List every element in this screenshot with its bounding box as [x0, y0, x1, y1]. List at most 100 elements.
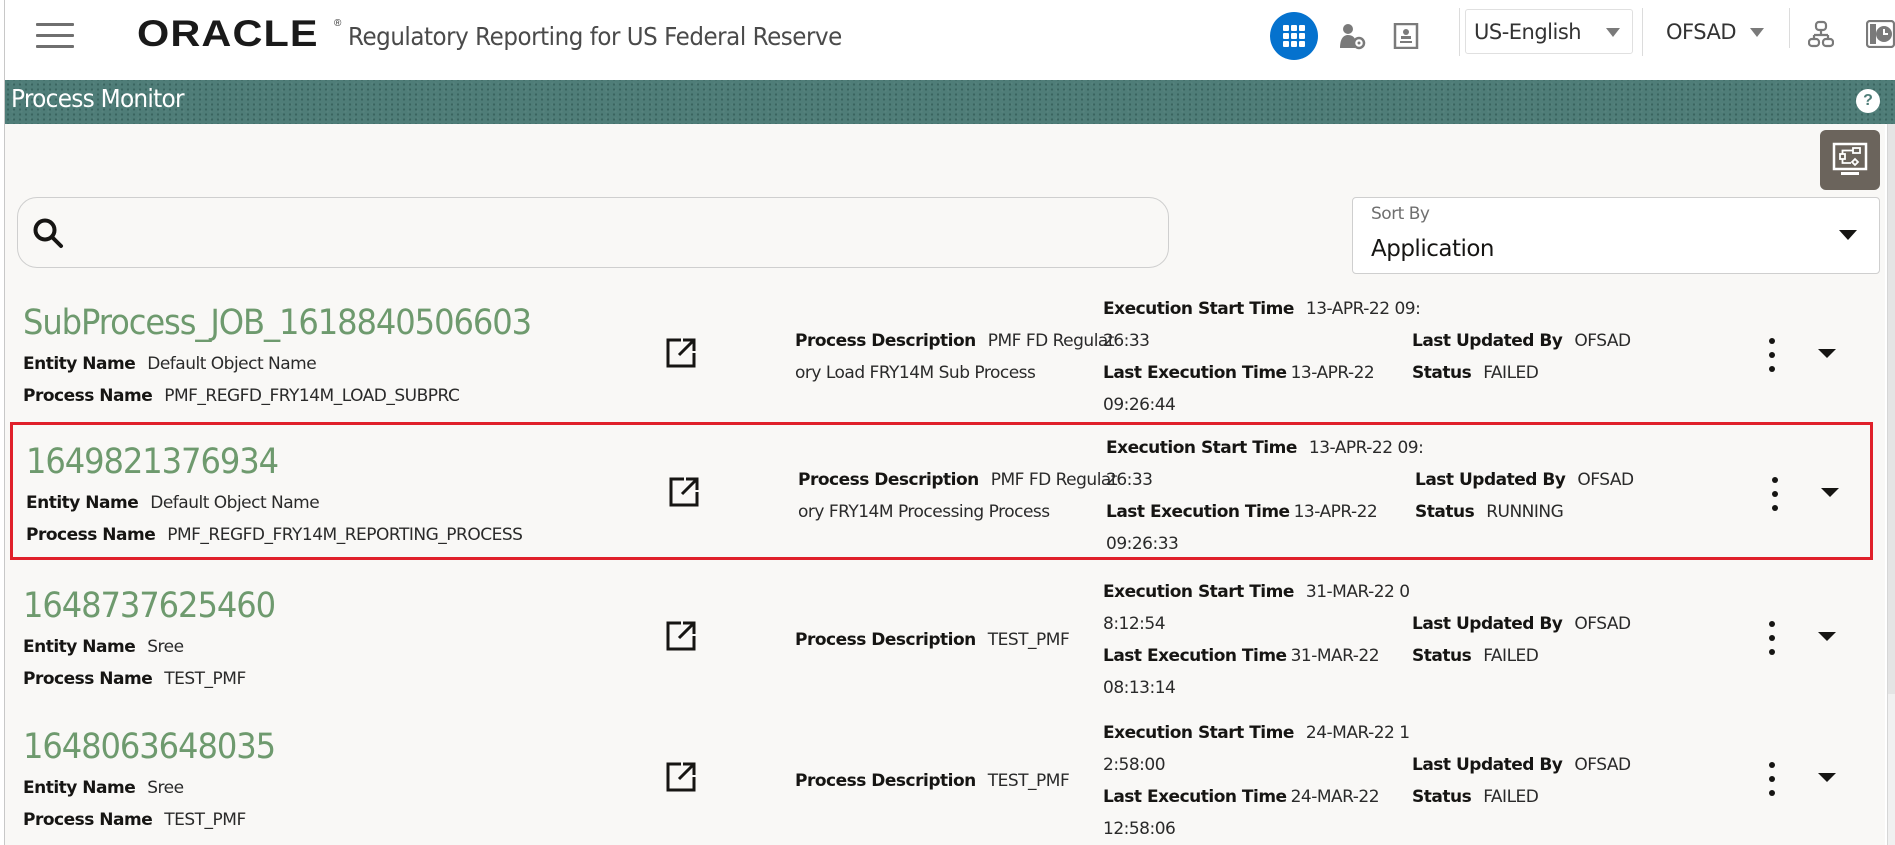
sort-by-label: Sort By [1371, 204, 1430, 224]
status-label: Status [1412, 787, 1472, 807]
header-divider [1459, 8, 1460, 56]
entity-name-label: Entity Name [23, 354, 136, 374]
process-description-label: Process Description [795, 331, 976, 351]
last-updated-by-label: Last Updated By [1412, 614, 1563, 634]
scrollbar-thumb[interactable] [1888, 124, 1895, 694]
process-description-value: PMF FD Regulat [990, 470, 1118, 490]
profile-card-icon[interactable] [1393, 23, 1419, 49]
process-description-field: Process Description PMF FD Regulat [795, 331, 1115, 351]
process-name-value: PMF_REGFD_FRY14M_LOAD_SUBPRC [164, 386, 460, 406]
clock-icon[interactable] [1866, 20, 1895, 48]
entity-name-field: Entity Name Sree [23, 637, 184, 657]
search-input[interactable] [75, 202, 1168, 263]
last-updated-by-label: Last Updated By [1415, 470, 1566, 490]
oracle-logo: ORACLE [137, 13, 319, 54]
process-flow-button[interactable] [1820, 130, 1880, 190]
last-execution-time-label: Last Execution Time [1103, 787, 1287, 807]
execution-start-time-field: Execution Start Time 31-MAR-22 0 [1103, 582, 1410, 602]
process-name-field: Process Name TEST_PMF [23, 810, 246, 830]
process-row[interactable]: 1648737625460 Entity Name Sree Process Na… [10, 566, 1873, 704]
more-actions-icon[interactable] [1765, 338, 1779, 372]
status-badge: FAILED [1483, 646, 1539, 666]
last-updated-by-value: OFSAD [1574, 614, 1631, 634]
hierarchy-icon[interactable] [1808, 20, 1834, 48]
admin-settings-icon[interactable] [1338, 22, 1366, 50]
page-title: Process Monitor [11, 84, 185, 113]
open-external-icon[interactable] [665, 337, 697, 369]
execution-start-time-value: 24-MAR-22 1 [1305, 723, 1410, 743]
execution-start-time-field: Execution Start Time 13-APR-22 09: [1106, 438, 1424, 458]
last-execution-time-continuation: 08:13:14 [1103, 678, 1176, 698]
expand-row-chevron-icon[interactable] [1818, 773, 1836, 782]
process-description-label: Process Description [795, 630, 976, 650]
process-row[interactable]: SubProcess_JOB_1618840506603 Entity Name… [10, 283, 1873, 421]
status-badge: FAILED [1483, 363, 1539, 383]
header-divider [1789, 8, 1790, 48]
process-id-link[interactable]: SubProcess_JOB_1618840506603 [23, 303, 532, 343]
open-external-icon[interactable] [668, 476, 700, 508]
last-updated-by-value: OFSAD [1577, 470, 1634, 490]
user-name: OFSAD [1666, 20, 1737, 44]
hamburger-menu-icon[interactable] [36, 23, 74, 49]
last-execution-time-field: Last Execution Time 31-MAR-22 [1103, 646, 1380, 666]
open-external-icon[interactable] [665, 620, 697, 652]
last-updated-by-value: OFSAD [1574, 331, 1631, 351]
last-execution-time-value: 24-MAR-22 [1290, 787, 1380, 807]
status-label: Status [1412, 646, 1472, 666]
process-name-label: Process Name [26, 525, 156, 545]
last-execution-time-continuation: 12:58:06 [1103, 819, 1176, 839]
open-external-icon[interactable] [665, 761, 697, 793]
process-name-label: Process Name [23, 669, 153, 689]
help-icon[interactable]: ? [1856, 89, 1880, 113]
process-id-link[interactable]: 1648737625460 [23, 586, 276, 626]
language-value: US-English [1474, 19, 1582, 44]
process-flow-icon [1832, 142, 1868, 175]
execution-start-time-field: Execution Start Time 13-APR-22 09: [1103, 299, 1421, 319]
last-execution-time-field: Last Execution Time 24-MAR-22 [1103, 787, 1380, 807]
process-id-link[interactable]: 1649821376934 [26, 442, 279, 482]
sort-by-select[interactable]: Sort By Application [1352, 197, 1880, 274]
status-badge: RUNNING [1486, 502, 1564, 522]
app-grid-button[interactable] [1270, 12, 1318, 60]
more-actions-icon[interactable] [1765, 762, 1779, 796]
entity-name-field: Entity Name Sree [23, 778, 184, 798]
language-select[interactable]: US-English [1465, 9, 1633, 54]
more-actions-icon[interactable] [1765, 621, 1779, 655]
execution-start-time-value: 31-MAR-22 0 [1305, 582, 1410, 602]
sort-by-value: Application [1371, 236, 1495, 262]
header-divider [1642, 8, 1643, 56]
process-description-value: TEST_PMF [987, 630, 1070, 650]
status-field: Status RUNNING [1415, 502, 1564, 522]
last-execution-time-continuation: 09:26:44 [1103, 395, 1176, 415]
execution-start-time-label: Execution Start Time [1103, 582, 1294, 602]
process-name-value: TEST_PMF [164, 669, 246, 689]
user-menu[interactable]: OFSAD [1666, 16, 1764, 48]
process-row[interactable]: 1648063648035 Entity Name Sree Process Na… [10, 707, 1873, 845]
process-row-selected[interactable]: 1649821376934 Entity Name Default Object … [10, 422, 1873, 560]
process-description-value: TEST_PMF [987, 771, 1070, 791]
last-updated-by-field: Last Updated By OFSAD [1412, 331, 1631, 351]
chevron-down-icon [1750, 27, 1764, 37]
last-updated-by-value: OFSAD [1574, 755, 1631, 775]
entity-name-label: Entity Name [23, 637, 136, 657]
entity-name-value: Default Object Name [147, 354, 317, 374]
execution-start-time-label: Execution Start Time [1106, 438, 1297, 458]
more-actions-icon[interactable] [1768, 477, 1782, 511]
last-updated-by-field: Last Updated By OFSAD [1412, 755, 1631, 775]
expand-row-chevron-icon[interactable] [1818, 632, 1836, 641]
search-field[interactable] [17, 197, 1169, 268]
process-id-link[interactable]: 1648063648035 [23, 727, 276, 767]
process-name-field: Process Name TEST_PMF [23, 669, 246, 689]
last-execution-time-value: 13-APR-22 [1293, 502, 1378, 522]
expand-row-chevron-icon[interactable] [1821, 488, 1839, 497]
process-name-value: TEST_PMF [164, 810, 246, 830]
search-icon [33, 218, 63, 248]
status-field: Status FAILED [1412, 363, 1539, 383]
last-updated-by-field: Last Updated By OFSAD [1415, 470, 1634, 490]
process-description-value: PMF FD Regulat [987, 331, 1115, 351]
execution-start-time-continuation: 26:33 [1103, 331, 1150, 351]
expand-row-chevron-icon[interactable] [1818, 349, 1836, 358]
status-field: Status FAILED [1412, 646, 1539, 666]
process-name-label: Process Name [23, 810, 153, 830]
execution-start-time-value: 13-APR-22 09: [1308, 438, 1424, 458]
